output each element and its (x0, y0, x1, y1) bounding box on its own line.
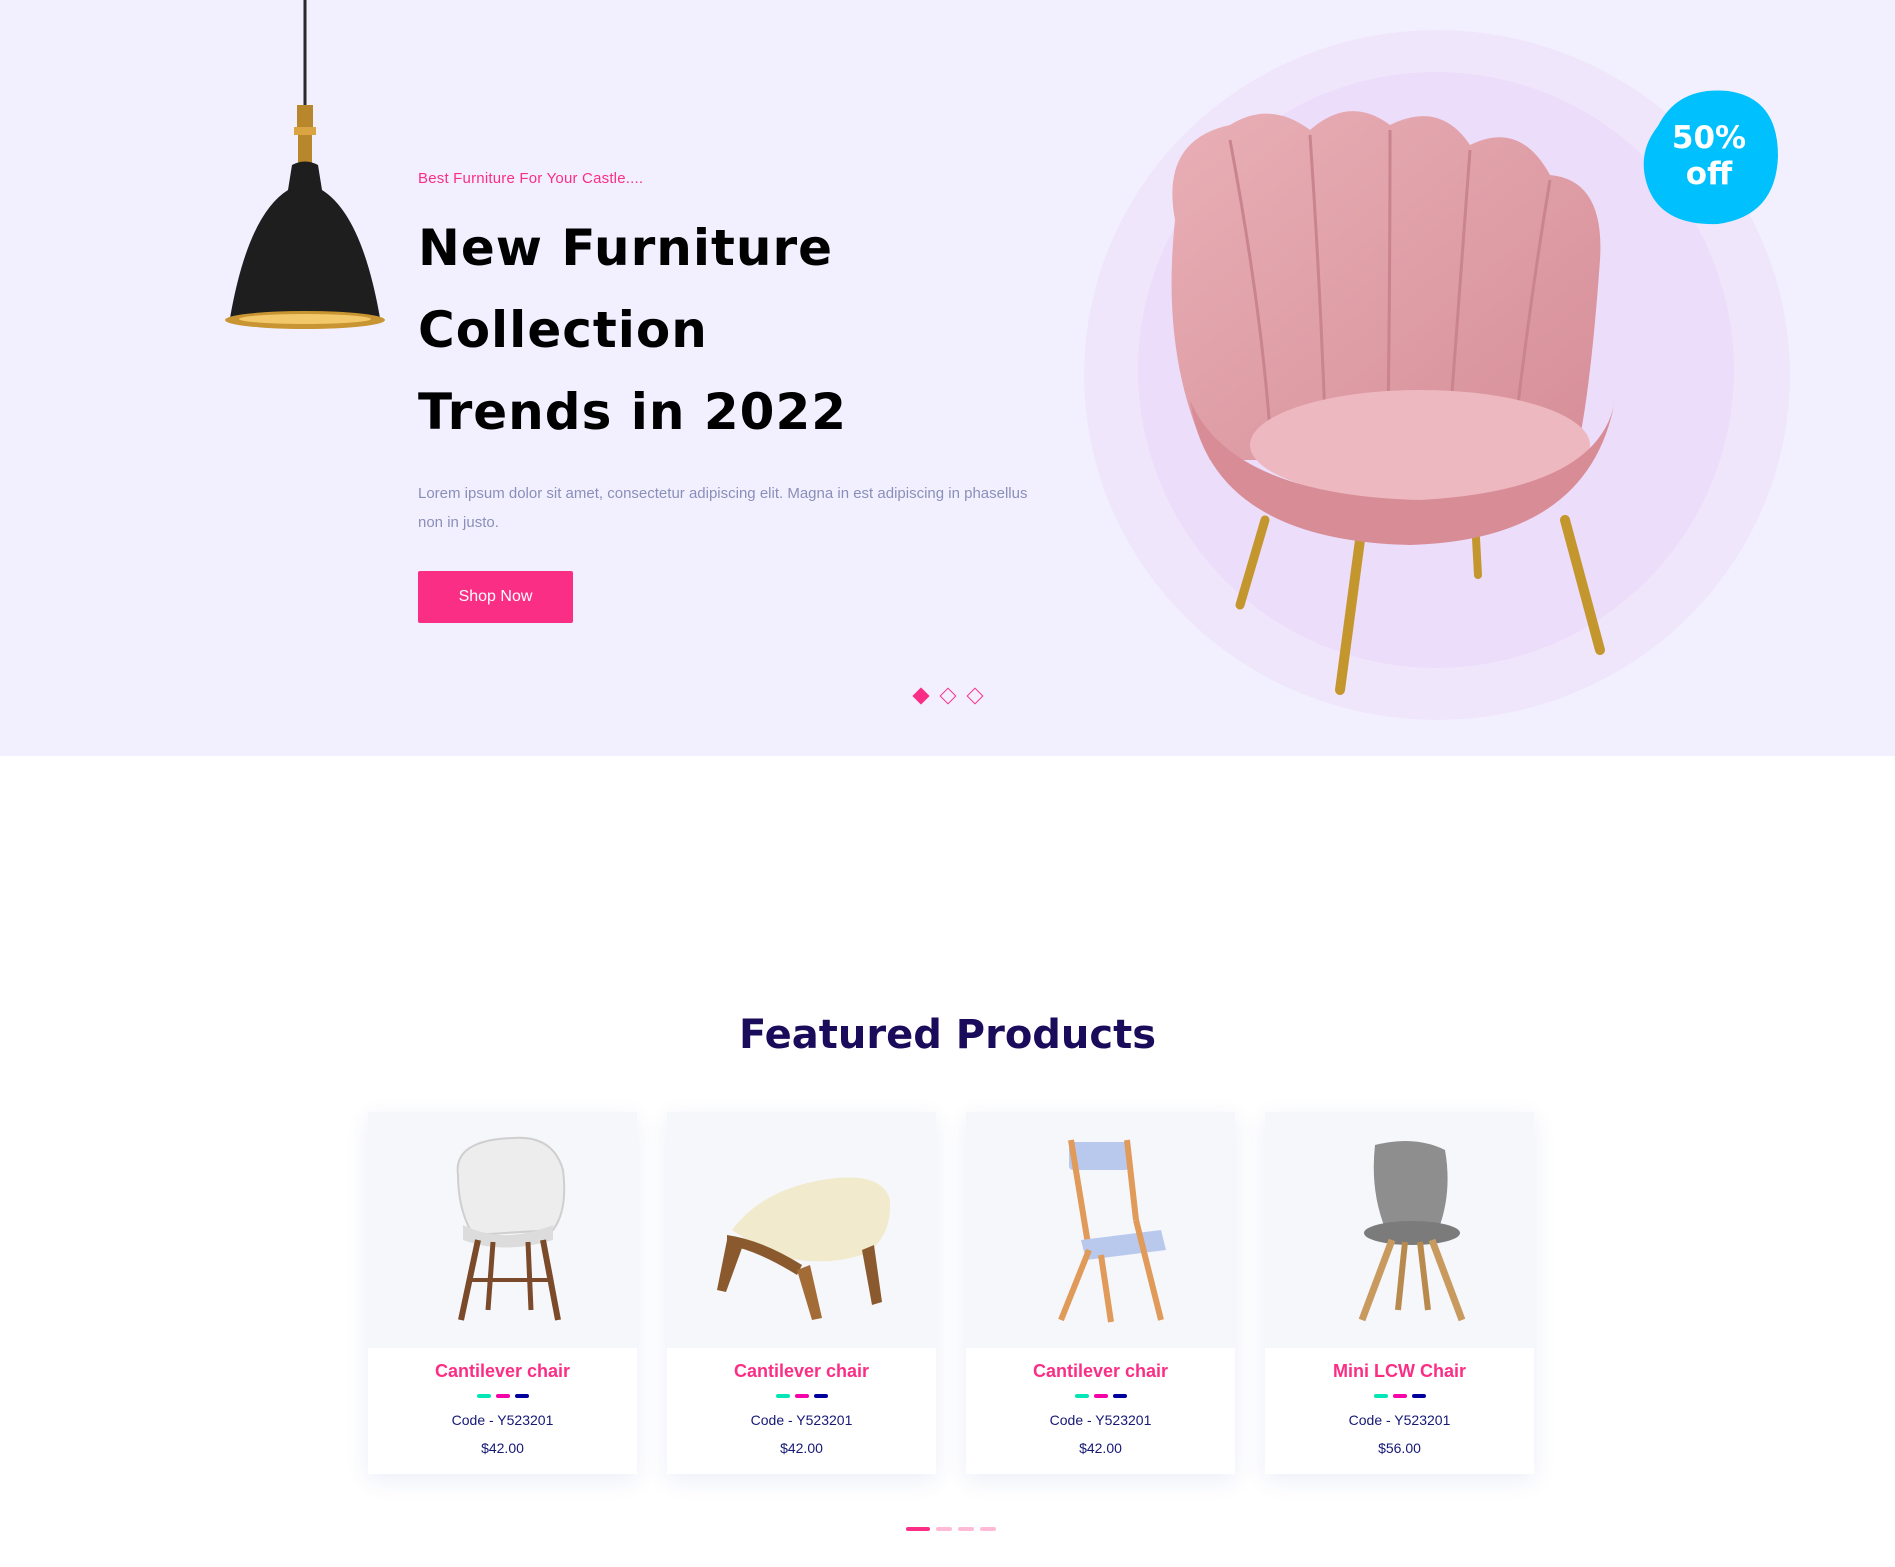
featured-products-list: Cantilever chair Code - Y523201 $42.00 C… (368, 1112, 1534, 1474)
product-price: $42.00 (1079, 1440, 1122, 1456)
featured-products-title: Featured Products (738, 1012, 1157, 1058)
pendant-lamp-image (225, 0, 385, 329)
hero-slide-dot-2[interactable] (939, 687, 957, 705)
product-card[interactable]: Cantilever chair Code - Y523201 $42.00 (966, 1112, 1235, 1474)
folding-wood-chair-image (1057, 1139, 1166, 1323)
hero-slide-dot-1[interactable] (912, 687, 930, 705)
wooden-lounge-chair-image (716, 1177, 890, 1320)
color-swatch-teal (1373, 1394, 1388, 1398)
product-image-area (368, 1112, 637, 1348)
color-swatch-navy (1411, 1394, 1426, 1398)
product-card[interactable]: Cantilever chair Code - Y523201 $42.00 (368, 1112, 637, 1474)
color-swatch-teal (1074, 1394, 1089, 1398)
discount-badge-text: 50% off (1638, 120, 1780, 192)
featured-page-3[interactable] (958, 1527, 974, 1531)
product-color-swatches (1265, 1394, 1534, 1398)
color-swatch-navy (813, 1394, 828, 1398)
product-code: Code - Y523201 (1049, 1412, 1152, 1428)
pink-armchair-image (1171, 111, 1615, 695)
featured-pagination (906, 1527, 996, 1531)
featured-page-1[interactable] (906, 1527, 930, 1531)
grey-shell-chair-image (1358, 1141, 1465, 1322)
product-image-area (667, 1112, 936, 1348)
product-price: $56.00 (1378, 1440, 1421, 1456)
product-code: Code - Y523201 (1348, 1412, 1451, 1428)
discount-badge-percent: 50% (1671, 120, 1747, 156)
discount-badge-off: off (1685, 156, 1733, 192)
color-swatch-teal (476, 1394, 491, 1398)
hero-copy: Best Furniture For Your Castle.... New F… (418, 170, 1078, 623)
color-swatch-pink (794, 1394, 809, 1398)
product-card[interactable]: Mini LCW Chair Code - Y523201 $56.00 (1265, 1112, 1534, 1474)
color-swatch-pink (1392, 1394, 1407, 1398)
product-name[interactable]: Cantilever chair (667, 1361, 936, 1382)
shop-now-button[interactable]: Shop Now (418, 571, 573, 623)
color-swatch-pink (495, 1394, 510, 1398)
product-name[interactable]: Cantilever chair (368, 1361, 637, 1382)
color-swatch-navy (1112, 1394, 1127, 1398)
hero-description: Lorem ipsum dolor sit amet, consectetur … (418, 485, 1028, 531)
hero-banner: Best Furniture For Your Castle.... New F… (0, 0, 1895, 756)
hero-tagline: Best Furniture For Your Castle.... (418, 170, 644, 187)
hero-slide-dot-3[interactable] (966, 687, 984, 705)
product-code: Code - Y523201 (750, 1412, 853, 1428)
product-image-area (966, 1112, 1235, 1348)
product-color-swatches (966, 1394, 1235, 1398)
color-swatch-pink (1093, 1394, 1108, 1398)
product-color-swatches (667, 1394, 936, 1398)
hero-title-line1: New Furniture Collection (418, 219, 834, 359)
product-image-area (1265, 1112, 1534, 1348)
product-name[interactable]: Cantilever chair (966, 1361, 1235, 1382)
color-swatch-navy (514, 1394, 529, 1398)
white-plastic-chair-image (456, 1136, 565, 1321)
featured-page-4[interactable] (980, 1527, 996, 1531)
hero-slider-dots (912, 687, 984, 705)
hero-title: New Furniture Collection Trends in 2022 (418, 207, 1078, 453)
product-price: $42.00 (481, 1440, 524, 1456)
product-card[interactable]: Cantilever chair Code - Y523201 $42.00 (667, 1112, 936, 1474)
product-price: $42.00 (780, 1440, 823, 1456)
hero-title-line2: Trends in 2022 (418, 383, 848, 441)
product-name[interactable]: Mini LCW Chair (1265, 1361, 1534, 1382)
color-swatch-teal (775, 1394, 790, 1398)
product-color-swatches (368, 1394, 637, 1398)
featured-page-2[interactable] (936, 1527, 952, 1531)
product-code: Code - Y523201 (451, 1412, 554, 1428)
